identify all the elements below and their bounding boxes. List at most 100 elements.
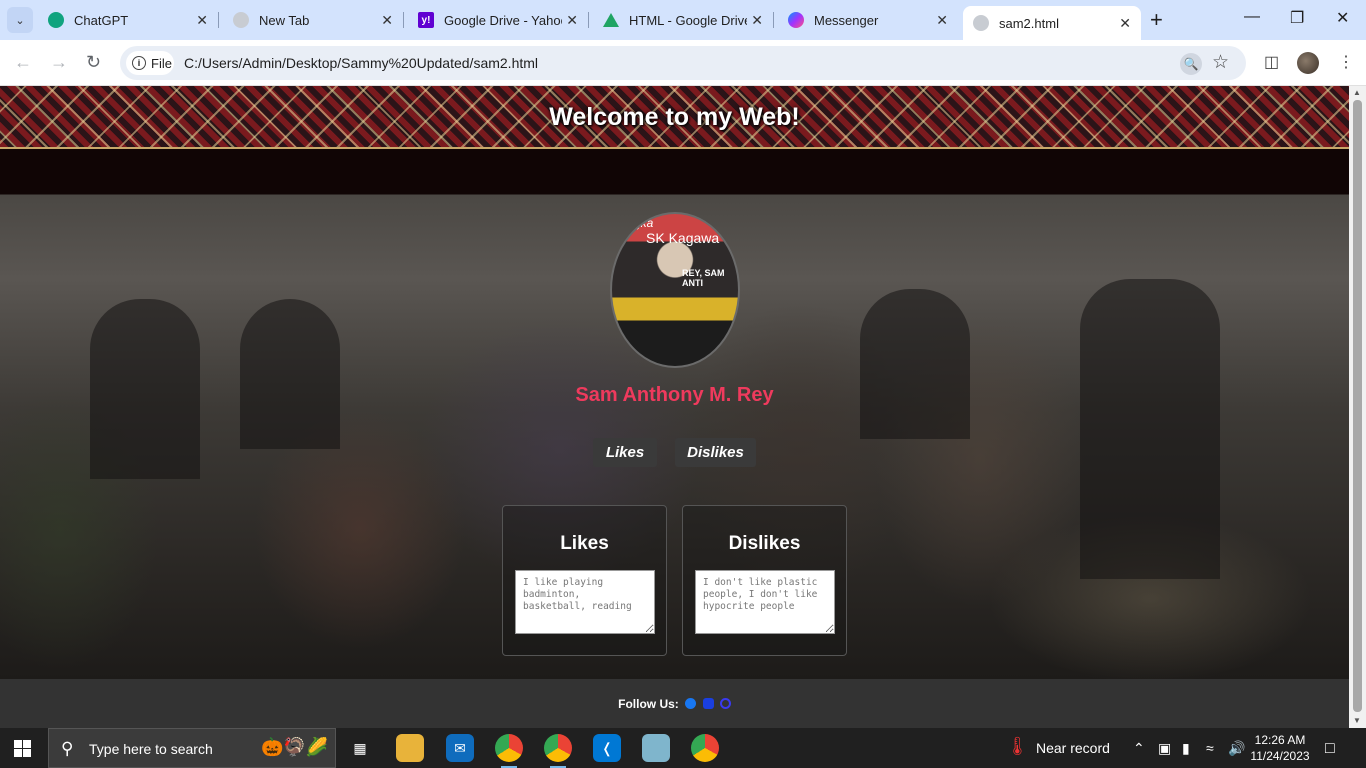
reload-icon[interactable]: ↻ [86,52,101,73]
dislikes-button[interactable]: Dislikes [675,438,756,467]
scroll-thumb[interactable] [1353,100,1362,712]
chrome-profile-icon[interactable] [691,734,719,762]
volume-icon[interactable]: 🔊 [1228,740,1245,757]
hero-background-photo: gka SK Kagawa REY, SAM ANTI Sam Anthony … [0,149,1349,679]
scroll-down-icon[interactable]: ▼ [1353,716,1361,725]
likes-button[interactable]: Likes [593,438,657,467]
windows-start-icon[interactable] [14,740,31,757]
tab-title: Google Drive - Yahoo [444,12,562,28]
notification-icon[interactable]: □ [1325,740,1335,758]
messenger-icon [788,12,804,28]
windows-taskbar: ⚲ Type here to search 🎃🦃🌽 ▦ ✉ ❬ 🌡 Near r… [0,728,1366,768]
window-arch [240,299,340,449]
clock-time: 12:26 AM [1254,733,1306,747]
dislikes-card: Dislikes I don't like plastic people, I … [682,505,847,656]
side-panel-icon[interactable]: ◫ [1264,52,1279,72]
drive-icon [603,13,619,27]
mail-icon[interactable]: ✉ [446,734,474,762]
tab-title: New Tab [259,12,310,28]
address-bar[interactable]: i File C:/Users/Admin/Desktop/Sammy%20Up… [120,46,1246,80]
banner: Welcome to my Web! [0,86,1349,149]
dislikes-heading: Dislikes [728,533,801,554]
close-icon[interactable]: ✕ [1119,15,1131,32]
restore-icon[interactable]: ❐ [1290,8,1304,28]
url-text[interactable]: C:/Users/Admin/Desktop/Sammy%20Updated/s… [184,55,538,71]
profile-name: Sam Anthony M. Rey [575,384,774,406]
close-icon[interactable]: ✕ [751,12,763,29]
tab-strip: ⌄ ChatGPT ✕ New Tab ✕ y! Google Drive - … [0,0,1366,40]
chrome-icon[interactable] [544,734,572,768]
tab-title: sam2.html [999,15,1059,31]
yahoo-icon: y! [418,12,434,28]
chatgpt-icon [48,12,64,28]
chrome-icon[interactable] [495,734,523,768]
clock[interactable]: 12:26 AM 11/24/2023 [1248,732,1312,764]
close-icon[interactable]: ✕ [936,12,948,29]
thanksgiving-decoration-icon: 🎃🦃🌽 [261,737,329,757]
close-icon[interactable]: ✕ [196,12,208,29]
likes-heading: Likes [560,533,609,554]
follow-us: Follow Us: [0,697,1349,711]
instagram-icon[interactable] [719,698,731,709]
battery-icon[interactable]: ▮ [1182,740,1190,757]
tab-yahoo[interactable]: y! Google Drive - Yahoo ✕ [408,0,589,40]
web-page: Welcome to my Web! gka SK Kagawa REY, SA… [0,86,1349,728]
bookmark-star-icon[interactable]: ☆ [1212,51,1229,74]
window-arch [1080,279,1220,579]
close-icon[interactable]: ✕ [381,12,393,29]
notepad-icon[interactable] [642,734,670,762]
new-tab-button[interactable]: + [1150,9,1163,31]
vscode-icon[interactable]: ❬ [593,734,621,762]
profile-avatar[interactable] [1297,52,1319,74]
dislikes-textarea[interactable]: I don't like plastic people, I don't lik… [695,570,835,634]
tab-messenger[interactable]: Messenger ✕ [778,0,958,40]
youtube-icon[interactable] [702,698,714,709]
profile-photo: gka SK Kagawa REY, SAM ANTI [610,212,740,368]
follow-label: Follow Us: [618,697,679,711]
newtab-icon [233,12,249,28]
search-icon: ⚲ [61,739,74,758]
clock-date: 11/24/2023 [1250,749,1310,763]
zoom-icon[interactable]: 🔍 [1180,53,1202,75]
site-info-chip[interactable]: i File [126,51,174,75]
facebook-icon[interactable] [685,698,697,709]
close-window-icon[interactable]: ✕ [1336,8,1349,28]
taskbar-search[interactable]: ⚲ Type here to search 🎃🦃🌽 [48,728,336,768]
meet-icon[interactable]: ▣ [1158,740,1171,757]
tab-search-button[interactable]: ⌄ [7,7,33,33]
file-icon [973,15,989,31]
minimize-icon[interactable]: — [1244,8,1260,26]
photo-text: gka [634,216,654,230]
search-placeholder: Type here to search [89,741,213,757]
page-scrollbar[interactable]: ▲ ▼ [1349,86,1366,728]
footer: Follow Us: [0,679,1349,728]
window-arch [860,289,970,439]
likes-card: Likes I like playing badminton, basketba… [502,505,667,656]
browser-toolbar: ← → ↻ i File C:/Users/Admin/Desktop/Samm… [0,40,1366,86]
file-explorer-icon[interactable] [396,734,424,762]
tab-separator [588,12,589,28]
tab-separator [773,12,774,28]
tab-title: ChatGPT [74,12,129,28]
tab-separator [403,12,404,28]
back-icon[interactable]: ← [14,52,32,73]
tab-chatgpt[interactable]: ChatGPT ✕ [38,0,219,40]
scroll-up-icon[interactable]: ▲ [1353,88,1361,97]
chevron-down-icon: ⌄ [15,14,25,27]
thermometer-icon: 🌡 [1006,736,1029,756]
chevron-up-icon[interactable]: ⌃ [1133,740,1145,757]
photo-text: SK Kagawa [646,230,720,246]
tab-title: Messenger [814,12,879,28]
tab-separator [218,12,219,28]
forward-icon[interactable]: → [50,52,68,73]
close-icon[interactable]: ✕ [566,12,578,29]
tab-new-tab[interactable]: New Tab ✕ [223,0,404,40]
wifi-icon[interactable]: ≈ [1206,740,1214,756]
tab-sam2[interactable]: sam2.html ✕ [963,6,1141,40]
weather-text[interactable]: Near record [1036,740,1110,756]
menu-icon[interactable]: ⋮ [1338,52,1354,72]
photo-text: REY, SAM ANTI [682,268,725,288]
tab-google-drive[interactable]: HTML - Google Drive ✕ [593,0,774,40]
task-view-icon[interactable]: ▦ [346,734,374,762]
likes-textarea[interactable]: I like playing badminton, basketball, re… [515,570,655,634]
